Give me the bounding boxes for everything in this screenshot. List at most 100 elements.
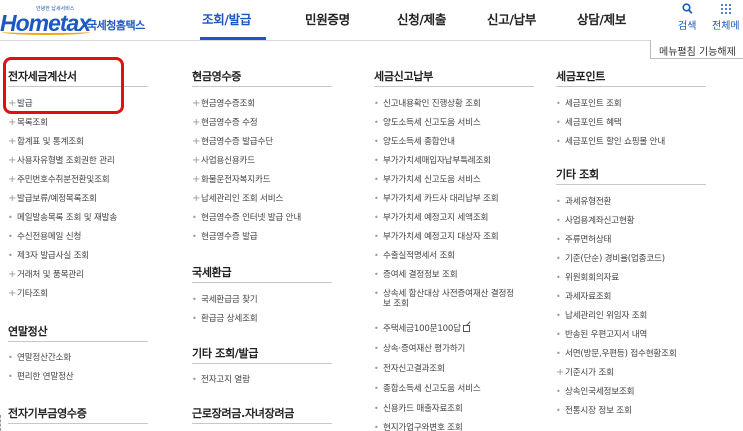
menu-item-committee-minutes[interactable]: • 위원회회의자료 — [556, 272, 619, 284]
menu-item-heir-tax-info[interactable]: • 상속인국세정보조회 — [556, 386, 635, 398]
menu-item-cash-receipt-edit[interactable]: +현금영수증 수정 — [192, 117, 258, 129]
nav-item-certificates[interactable]: 민원증명 — [305, 9, 350, 28]
menu-item-label: 반송된 우편고지서 내역 — [565, 330, 648, 340]
menu-item-other-inquiry[interactable]: +기타조회 — [8, 288, 48, 300]
section-title-tax-points[interactable]: 세금포인트 — [556, 68, 605, 84]
bullet-dot: • — [556, 137, 561, 146]
bullet-dot: • — [8, 232, 13, 241]
menu-item-returned-notice[interactable]: • 반송된 우편고지서 내역 — [556, 329, 647, 341]
grid-menu-icon — [712, 3, 740, 16]
menu-item-partners-items[interactable]: +거래처 및 품목관리 — [8, 269, 84, 281]
menu-item-mail-resend[interactable]: • 메일발송목록 조회 및 재발송 — [8, 212, 117, 224]
menu-item-gift-tax-decision[interactable]: • 증여세 결정정보 조회 — [374, 269, 458, 281]
menu-item-income-tax-help[interactable]: • 종합소득세 신고도움 서비스 — [374, 383, 481, 395]
section-title-tax-filing-payment[interactable]: 세금신고납부 — [374, 68, 433, 84]
menu-item-export-statement[interactable]: • 수출실적명세서 조회 — [374, 250, 455, 262]
menu-item-cash-receipt-issue[interactable]: • 현금영수증 발급 — [192, 231, 258, 243]
menu-item-written-receipt-status[interactable]: • 서면(방문,우편등) 접수현황조회 — [556, 348, 677, 360]
menu-item-expense-rate[interactable]: • 기준(단순) 경비율(업종코드) — [556, 253, 665, 265]
menu-item-find-refund[interactable]: • 국세환급금 찾기 — [192, 294, 258, 306]
menu-item-driver-welfare-card[interactable]: +화물운전자복지카드 — [192, 174, 271, 186]
menu-item-tax-type-change[interactable]: • 과세유형전환 — [556, 196, 611, 208]
bullet-dot: • — [556, 406, 561, 415]
menu-item-business-card[interactable]: +사업용신용카드 — [192, 155, 255, 167]
menu-item-filing-progress[interactable]: • 신고내용확인 진행상황 조회 — [374, 98, 481, 110]
menu-item-tax-points-inquiry[interactable]: • 세금포인트 조회 — [556, 98, 622, 110]
menu-item-e-notice[interactable]: • 전자고지 열람 — [192, 374, 250, 386]
section-divider — [192, 423, 332, 424]
menu-item-summary-stats[interactable]: +합계표 및 통계조회 — [8, 136, 84, 148]
menu-item-pending-list[interactable]: +발급보류/예정목록조회 — [8, 193, 97, 205]
menu-item-tax-points-benefit[interactable]: • 세금포인트 혜택 — [556, 117, 622, 129]
plus-icon: + — [192, 136, 201, 147]
menu-item-transfer-tax-guide[interactable]: • 양도소득세 종합안내 — [374, 136, 455, 148]
section-divider — [556, 86, 706, 87]
menu-item-tax-agent-service[interactable]: +납세관리인 조회 서비스 — [192, 193, 283, 205]
section-title-cash-receipt[interactable]: 현금영수증 — [192, 68, 241, 84]
menu-item-label: 부가가치세 예정고지 세액조회 — [383, 213, 489, 223]
bullet-dot: • — [374, 324, 379, 333]
menu-item-label: 메일발송목록 조회 및 재발송 — [17, 213, 118, 223]
menu-expand-toggle-button[interactable]: 메뉴펼침 기능해제 — [650, 40, 743, 59]
menu-item-tax-data[interactable]: • 과세자료조회 — [556, 291, 611, 303]
menu-item-receive-mail[interactable]: • 수신전용메일 신청 — [8, 231, 81, 243]
section-title-other-inquiry[interactable]: 기타 조회 — [556, 166, 599, 182]
menu-item-vat-card-proxy[interactable]: • 부가가치세 카드사 대리납부 조회 — [374, 193, 499, 205]
menu-item-label: 위원회회의자료 — [565, 273, 619, 283]
menu-item-vat-purchaser[interactable]: • 부가가치세매입자납부특례조회 — [374, 155, 491, 167]
menu-item-resident-number[interactable]: +주민번호수취분전환및조회 — [8, 174, 110, 186]
section-title-other-inquiry-issue[interactable]: 기타 조회/발급 — [192, 345, 258, 361]
menu-item-business-account[interactable]: • 사업용계좌신고현황 — [556, 215, 635, 227]
all-menu-label: 전체메 — [712, 21, 740, 32]
bullet-dot: • — [374, 232, 379, 241]
menu-item-label: 현금영수증 인터넷 발급 안내 — [201, 213, 302, 223]
search-button[interactable]: 검색 — [678, 3, 696, 32]
all-menu-button[interactable]: 전체메 — [712, 3, 740, 32]
menu-item-refund-detail[interactable]: • 환급금 상세조회 — [192, 313, 258, 325]
logo-swoosh — [2, 29, 90, 35]
section-divider — [192, 86, 332, 87]
nav-item-application[interactable]: 신청/제출 — [397, 9, 446, 28]
section-title-earned-income-credit[interactable]: 근로장려금.자녀장려금 — [192, 405, 294, 421]
section-title-donation-receipt[interactable]: 전자기부금영수증 — [8, 405, 87, 421]
nav-item-filing-payment[interactable]: 신고/납부 — [487, 9, 536, 28]
menu-item-tax-points-mall[interactable]: • 세금포인트 할인 쇼핑몰 안내 — [556, 136, 665, 148]
bullet-dot: • — [192, 375, 197, 384]
bullet-dot: • — [374, 364, 379, 373]
menu-item-liquor-license[interactable]: • 주류면허상태 — [556, 234, 611, 246]
search-label: 검색 — [678, 21, 697, 32]
menu-item-issue-means[interactable]: +현금영수증 발급수단 — [192, 136, 273, 148]
menu-item-label: 주민번호수취분전환및조회 — [17, 175, 110, 185]
menu-item-label: 편리한 연말정산 — [17, 372, 74, 382]
menu-item-internet-issue-guide[interactable]: • 현금영수증 인터넷 발급 안내 — [192, 212, 301, 224]
menu-item-housing-tax-qa[interactable]: • 주택세금100문100답 — [374, 323, 470, 335]
menu-item-vat-notice-target[interactable]: • 부가가치세 예정고지 대상자 조회 — [374, 231, 499, 243]
menu-item-standard-price[interactable]: +기준시가 조회 — [556, 367, 614, 379]
bullet-dot: • — [374, 289, 379, 298]
section-title-year-end-settlement[interactable]: 연말정산 — [8, 323, 48, 339]
menu-item-inheritance-pre-gift-cont[interactable]: 보 조회 — [374, 299, 409, 310]
menu-item-e-filing-result[interactable]: • 전자신고결과조회 — [374, 363, 445, 375]
menu-item-cash-receipt-inquiry[interactable]: +현금영수증조회 — [192, 98, 255, 110]
menu-item-label: 수신전용메일 신청 — [17, 232, 82, 242]
menu-item-transfer-tax-help[interactable]: • 양도소득세 신고도움 서비스 — [374, 117, 481, 129]
menu-item-vat-filing-help[interactable]: • 부가가치세 신고도움 서비스 — [374, 174, 481, 186]
menu-item-label: 신용카드 매출자료조회 — [383, 404, 463, 414]
menu-item-simplified[interactable]: • 연말정산간소화 — [8, 352, 71, 364]
nav-item-inquiry-issue[interactable]: 조회/발급 — [202, 9, 251, 28]
menu-item-vat-notice-amount[interactable]: • 부가가치세 예정고지 세액조회 — [374, 212, 488, 224]
menu-item-third-party[interactable]: • 제3자 발급사실 조회 — [8, 250, 89, 262]
menu-item-card-sales[interactable]: • 신용카드 매출자료조회 — [374, 403, 463, 415]
menu-item-traditional-market[interactable]: • 전통시장 정보 조회 — [556, 405, 632, 417]
menu-item-user-permission[interactable]: +사용자유형별 조회권한 관리 — [8, 155, 115, 167]
menu-item-list-inquiry[interactable]: +목록조회 — [8, 117, 48, 129]
section-title-tax-refund[interactable]: 국세환급 — [192, 264, 232, 280]
menu-item-local-business[interactable]: • 현지가업구와변호 조회 — [374, 422, 463, 431]
menu-item-convenient[interactable]: • 편리한 연말정산 — [8, 371, 74, 383]
menu-item-inheritance-valuation[interactable]: • 상속·증여재산 평가하기 — [374, 343, 465, 355]
menu-item-label: 연말정산간소화 — [17, 353, 71, 363]
menu-item-tax-agent-delegator[interactable]: • 납세관리인 위임자 조회 — [556, 310, 647, 322]
nav-item-consult-report[interactable]: 상담/제보 — [577, 9, 626, 28]
menu-item-label: 전자신고결과조회 — [383, 364, 445, 374]
bullet-dot: • — [556, 254, 561, 263]
